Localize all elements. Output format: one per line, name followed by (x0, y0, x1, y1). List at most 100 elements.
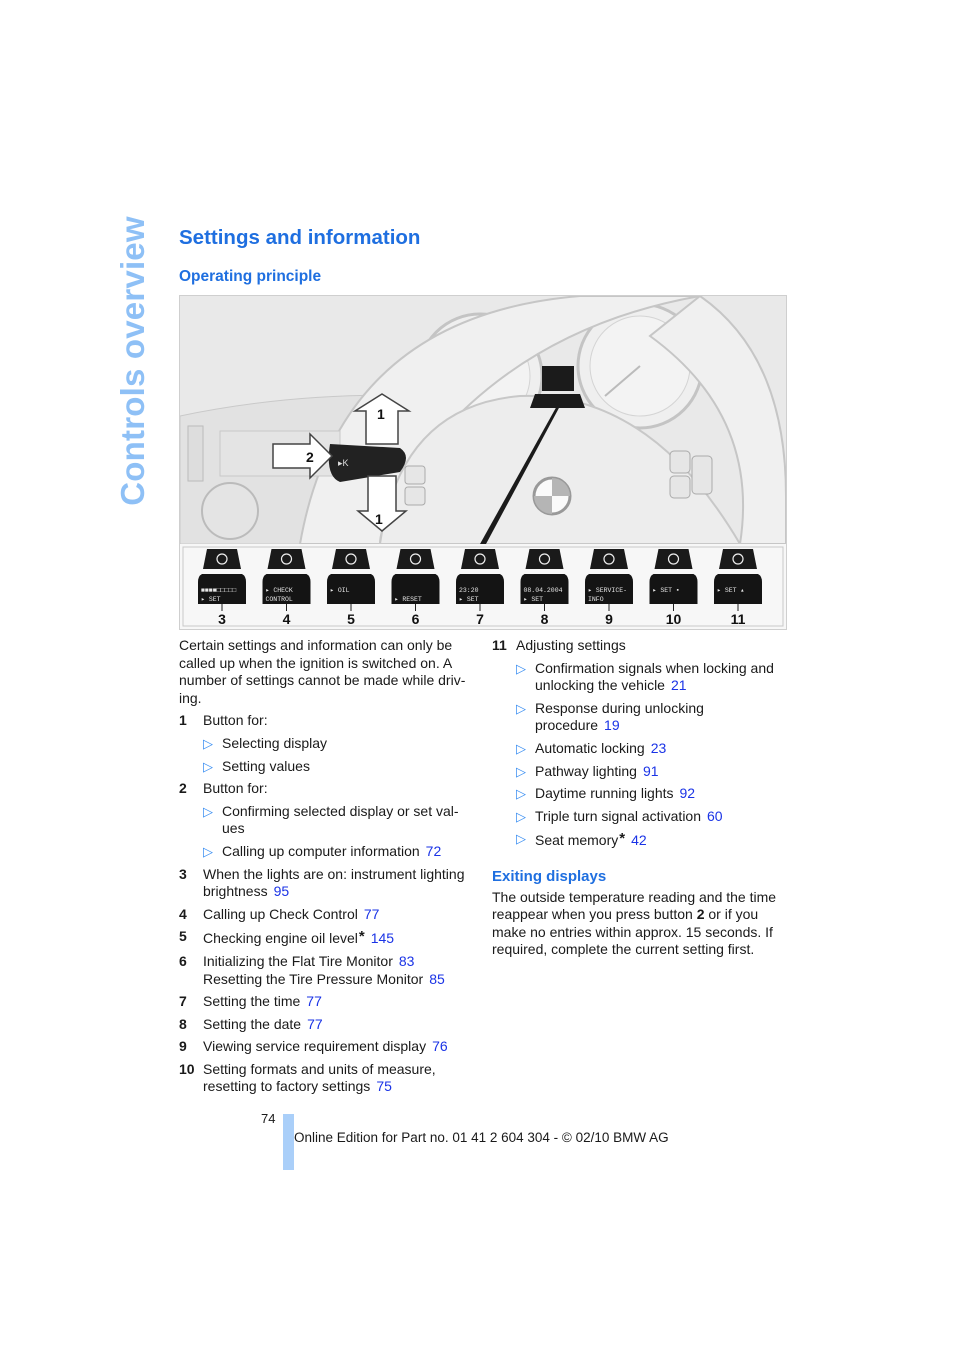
bullet-item: ▷ Calling up computer information 72 (179, 843, 474, 861)
page-reference-link[interactable]: 21 (671, 677, 687, 693)
section-side-tab: Controls overview (114, 216, 151, 506)
display-number-label: 3 (218, 611, 226, 627)
triangle-bullet-icon: ▷ (203, 843, 213, 859)
bullet-text: Automatic locking (535, 739, 645, 756)
page-reference-link[interactable]: 145 (371, 930, 394, 946)
optional-equipment-star: * (358, 928, 365, 946)
triangle-bullet-icon: ▷ (516, 700, 526, 716)
page-number: 74 (261, 1111, 276, 1126)
item-number: 3 (179, 865, 187, 882)
page-reference-link[interactable]: 76 (432, 1038, 448, 1054)
page-reference-link[interactable]: 92 (680, 785, 696, 801)
triangle-bullet-icon: ▷ (203, 735, 213, 751)
page-reference-link[interactable]: 19 (604, 717, 620, 733)
page-reference-link[interactable]: 72 (426, 843, 442, 859)
bullet-item: ▷ Pathway lighting 91 (492, 763, 787, 781)
list-item-11: 11 Adjusting settings (492, 637, 626, 653)
display-number-label: 7 (476, 611, 484, 627)
list-item-6: 6 Initializing the Flat Tire Monitor 83 Res… (179, 953, 474, 988)
display-text-line-2: ▸ SET (524, 596, 544, 603)
bullet-text: Pathway lighting (535, 762, 637, 779)
svg-text:▸K: ▸K (338, 458, 349, 468)
optional-equipment-star: * (619, 830, 626, 848)
intro-paragraph: Certain settings and information can onl… (179, 637, 466, 706)
display-text-line-1: ▸ SET ▴ (717, 587, 744, 594)
page-reference-link[interactable]: 23 (651, 740, 667, 756)
bullet-item: ▷ Selecting display (179, 735, 474, 753)
bullet-item: ▷ Daytime running lights 92 (492, 785, 787, 803)
light-switch (201, 482, 259, 540)
calendar-icon (525, 549, 564, 569)
callout-1-top: 1 (377, 406, 385, 422)
item-text: Setting the time (203, 993, 301, 1010)
display-number-label: 8 (541, 611, 549, 627)
triangle-bullet-icon: ▷ (516, 660, 526, 676)
section-heading-exiting-displays: Exiting displays (492, 867, 607, 885)
display-text-line-2: ▸ SET (459, 596, 479, 603)
page-reference-link[interactable]: 60 (707, 808, 723, 824)
brightness-icon (203, 549, 241, 569)
triangle-bullet-icon: ▷ (203, 758, 213, 774)
bullet-text: Setting values (222, 757, 310, 774)
footer-edition-text: Online Edition for Part no. 01 41 2 604 … (294, 1130, 669, 1145)
exiting-paragraph: The outside temperature reading and the … (492, 888, 777, 958)
page-reference-link[interactable]: 77 (307, 1016, 323, 1032)
page-reference-link[interactable]: 42 (631, 832, 647, 848)
display-text-line-2: ▸ RESET (395, 596, 422, 603)
page-reference-link[interactable]: 75 (376, 1078, 392, 1094)
list-item-7: 7 Setting the time 77 (179, 993, 474, 1011)
controls-list: 1 Button for: ▷ Selecting display ▷ Setting v… (179, 712, 474, 1096)
triangle-bullet-icon: ▷ (516, 831, 526, 847)
display-number-label: 10 (666, 611, 682, 627)
item-text: Initializing the Flat Tire Monitor (203, 952, 393, 969)
footer-accent-bar (283, 1114, 294, 1170)
item-text: Setting formats and units of measure, re… (203, 1060, 436, 1095)
display-text-line-2: INFO (588, 596, 604, 603)
display-text-line-2: CONTROL (266, 596, 293, 603)
page-reference-link[interactable]: 83 (399, 953, 415, 969)
item-number: 4 (179, 905, 187, 922)
page-reference-link[interactable]: 85 (429, 971, 445, 987)
display-text-line-1: 23:20 (459, 587, 479, 594)
item-text: Checking engine oil level (203, 930, 358, 947)
tire-pressure-icon (396, 549, 435, 569)
item-number: 7 (179, 993, 187, 1010)
item-number: 5 (179, 928, 187, 945)
dashboard-drawing: ▸K 1 1 2 ■■■■□□□□□ ▸ SET 3 ▸ CHECK CONTROL 4 ▸… (180, 296, 786, 629)
display-number-label: 6 (412, 611, 420, 627)
page-reference-link[interactable]: 91 (643, 763, 659, 779)
key-settings-icon (719, 549, 757, 569)
display-text-line-2: ▸ SET (201, 596, 221, 603)
item-text: Calling up Check Control (203, 905, 358, 922)
bullet-item: ▷ Automatic locking 23 (492, 740, 787, 758)
right-column: 11 Adjusting settings ▷ Confirmation sign… (492, 637, 787, 959)
triangle-bullet-icon: ▷ (203, 803, 213, 819)
bullet-text: Calling up computer information (222, 842, 420, 859)
oil-can-icon (332, 549, 370, 569)
key-units-icon (654, 549, 693, 569)
triangle-bullet-icon: ▷ (516, 786, 526, 802)
page-reference-link[interactable]: 77 (364, 906, 380, 922)
list-item-1: 1 Button for: (179, 712, 474, 730)
page-reference-link[interactable]: 95 (274, 883, 290, 899)
display-text-line-1: 08.04.2004 (524, 587, 563, 594)
service-car-icon (590, 549, 628, 569)
page-reference-link[interactable]: 77 (306, 993, 322, 1009)
item-text: Viewing service requirement display (203, 1038, 427, 1055)
item-text-secondary: Resetting the Tire Pressure Monitor (203, 970, 424, 987)
bullet-text: Confirmation signals when locking and un… (535, 659, 774, 694)
display-number-label: 5 (347, 611, 355, 627)
item-number: 6 (179, 952, 187, 969)
settings-bullet-list: ▷ Confirmation signals when locking and u… (492, 660, 787, 850)
section-heading-operating-principle: Operating principle (179, 268, 322, 285)
item-number: 9 (179, 1038, 187, 1055)
list-item-3: 3 When the lights are on: instrument ligh… (179, 866, 474, 901)
bullet-item: ▷ Confirmation signals when locking and u… (492, 660, 787, 695)
bullet-item: ▷ Triple turn signal activation 60 (492, 808, 787, 826)
list-item-9: 9 Viewing service requirement display 76 (179, 1038, 474, 1056)
item-number: 2 (179, 780, 187, 797)
display-number-label: 4 (283, 611, 291, 627)
car-icon (267, 549, 306, 569)
dashboard-illustration: ▸K 1 1 2 ■■■■□□□□□ ▸ SET 3 ▸ CHECK CONTROL 4 ▸… (179, 295, 787, 630)
item-number: 8 (179, 1015, 187, 1032)
